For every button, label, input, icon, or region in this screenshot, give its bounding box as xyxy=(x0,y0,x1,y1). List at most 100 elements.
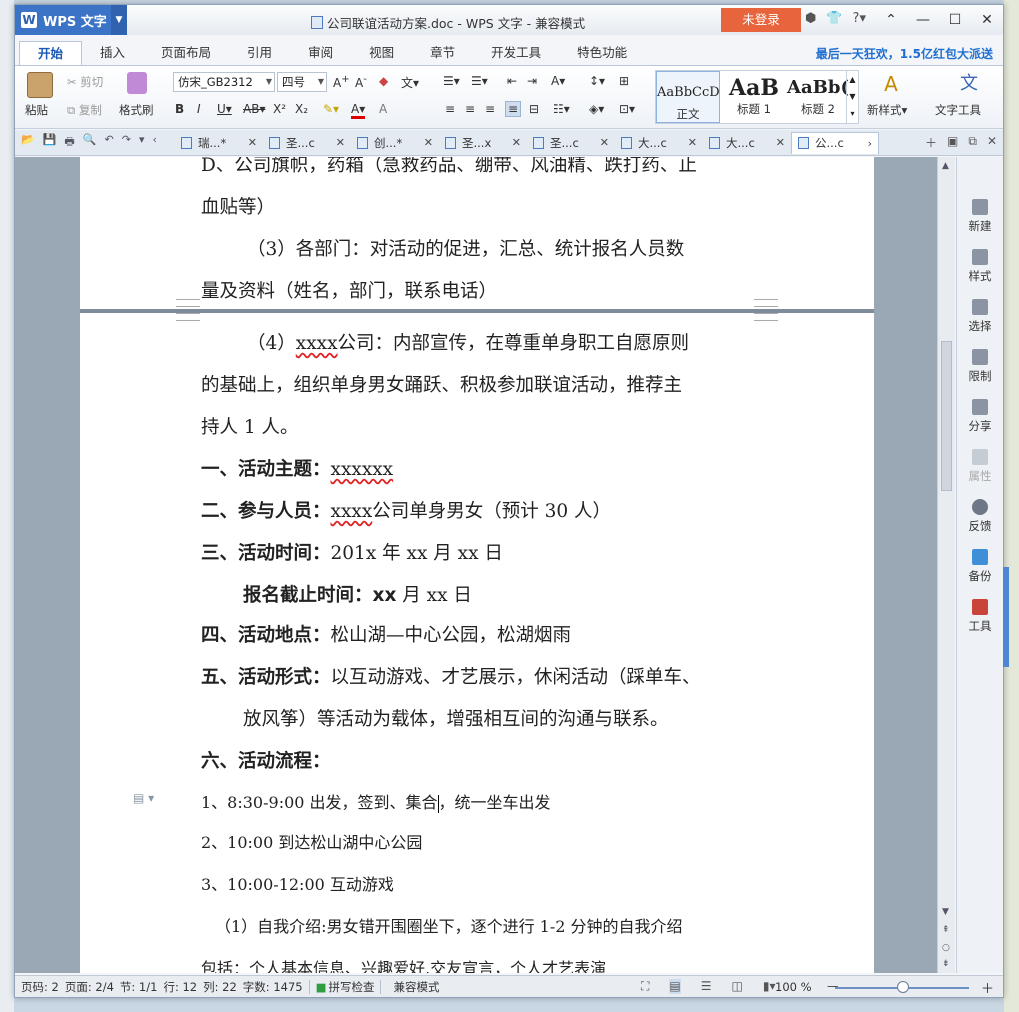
underline-button[interactable]: U▾ xyxy=(217,102,232,116)
collapse-ribbon-icon[interactable]: ⌃ xyxy=(875,5,907,35)
align-right-button[interactable]: ≡ xyxy=(485,102,495,116)
doc-tab[interactable]: 圣...c ✕ xyxy=(263,132,351,154)
style-normal[interactable]: AaBbCcD 正文 xyxy=(656,71,720,123)
reading-view-icon[interactable]: ▮▾ xyxy=(763,979,776,994)
text-direction-button[interactable]: A▾ xyxy=(551,74,565,88)
full-screen-view-icon[interactable]: ⛶ xyxy=(641,979,649,994)
tab-review[interactable]: 审阅 xyxy=(290,41,351,65)
next-page-icon[interactable]: ⇟ xyxy=(942,959,950,969)
paste-button[interactable]: 粘贴 xyxy=(25,102,48,118)
app-menu-dropdown-icon[interactable]: ▼ xyxy=(111,5,127,35)
maximize-icon[interactable]: ☐ xyxy=(939,5,971,35)
paragraph-handle-icon[interactable]: ▤ ▾ xyxy=(133,791,154,805)
text-tools-button[interactable]: 文字工具 xyxy=(935,102,981,118)
style-heading1[interactable]: AaB 标题 1 xyxy=(722,71,786,123)
tab-special[interactable]: 特色功能 xyxy=(559,41,645,65)
justify-button[interactable]: ≡ xyxy=(505,101,522,117)
side-select[interactable]: 选择 xyxy=(957,299,1003,334)
open-icon[interactable]: 📂 xyxy=(21,133,35,152)
distribute-button[interactable]: ⊟ xyxy=(529,102,539,116)
task-pane-handle[interactable] xyxy=(1003,567,1009,667)
vertical-scrollbar[interactable]: ▲ ▼ ⇞ ○ ⇟ xyxy=(937,157,955,973)
undo-icon[interactable]: ↶ xyxy=(105,133,114,152)
scrollbar-thumb[interactable] xyxy=(941,341,952,491)
tab-developer[interactable]: 开发工具 xyxy=(473,41,559,65)
doc-tab[interactable]: 大...c ✕ xyxy=(615,132,703,154)
page-2[interactable]: （4）xxxx公司：内部宣传，在尊重单身职工自愿原则 的基础上，组织单身男女踊跃… xyxy=(80,313,874,973)
tab-list-icon[interactable]: ▣ xyxy=(947,134,958,151)
bullets-button[interactable]: ☰▾ xyxy=(443,74,460,88)
close-tab-icon[interactable]: ✕ xyxy=(336,136,345,149)
status-pages[interactable]: 页面: 2/4 xyxy=(65,979,114,995)
spell-error-word[interactable]: xxxxxx xyxy=(331,459,394,480)
side-restrict[interactable]: 限制 xyxy=(957,349,1003,384)
pinyin-button[interactable]: 文▾ xyxy=(401,74,419,91)
close-tab-icon[interactable]: ✕ xyxy=(688,136,697,149)
italic-button[interactable]: I xyxy=(197,102,201,116)
scroll-top-icon[interactable]: ▲ xyxy=(942,161,949,171)
sort-button[interactable]: ↕▾ xyxy=(589,74,605,88)
borders-button[interactable]: ⊡▾ xyxy=(619,102,635,116)
page-1[interactable]: D、公司旗帜，药箱（急救药品、绷带、风油精、跌打药、止 血贴等） （3）各部门：… xyxy=(80,157,874,309)
increase-indent-button[interactable]: ⇥ xyxy=(527,74,537,88)
help-icon[interactable]: ?▾ xyxy=(853,11,866,26)
font-name-select[interactable]: 仿宋_GB2312 ▼ xyxy=(173,72,275,92)
shading-button[interactable]: ◈▾ xyxy=(589,102,604,116)
subscript-button[interactable]: X₂ xyxy=(295,102,308,116)
zoom-out-icon[interactable]: — xyxy=(827,979,839,993)
zoom-level[interactable]: 100 % xyxy=(775,980,812,994)
side-new[interactable]: 新建 xyxy=(957,199,1003,234)
tab-insert[interactable]: 插入 xyxy=(82,41,143,65)
zoom-slider-knob[interactable] xyxy=(897,981,909,993)
print-icon[interactable]: 🖶 xyxy=(64,133,74,152)
tab-references[interactable]: 引用 xyxy=(229,41,290,65)
bold-button[interactable]: B xyxy=(175,102,184,116)
wps-app-menu-button[interactable]: W WPS 文字 ▼ xyxy=(15,5,127,35)
side-share[interactable]: 分享 xyxy=(957,399,1003,434)
page-view-icon[interactable]: ▤ xyxy=(669,979,681,994)
close-tab-icon[interactable]: ✕ xyxy=(776,136,785,149)
web-view-icon[interactable]: ◫ xyxy=(732,979,743,994)
table-button[interactable]: ⊞ xyxy=(619,74,629,88)
style-gallery-scroll[interactable]: ▲ ▼ ▾ xyxy=(846,71,858,123)
doc-tab[interactable]: 大...c ✕ xyxy=(703,132,791,154)
side-tools[interactable]: 工具 xyxy=(957,599,1003,634)
cut-button[interactable]: ✂ 剪切 xyxy=(67,74,103,90)
tab-page-layout[interactable]: 页面布局 xyxy=(143,41,229,65)
preview-icon[interactable]: 🔍 xyxy=(83,133,97,152)
close-icon[interactable]: ✕ xyxy=(971,5,1003,35)
format-painter-button[interactable]: 格式刷 xyxy=(119,102,154,118)
shrink-font-button[interactable]: A- xyxy=(355,74,367,90)
restore-tab-icon[interactable]: ⧉ xyxy=(968,134,977,151)
highlight-button[interactable]: ✎▾ xyxy=(323,102,339,116)
doc-tab-active[interactable]: 公...c › xyxy=(791,131,879,154)
new-style-icon[interactable]: A xyxy=(879,72,903,96)
status-words[interactable]: 字数: 1475 xyxy=(243,979,303,995)
tab-chapter[interactable]: 章节 xyxy=(412,41,473,65)
align-center-button[interactable]: ≡ xyxy=(465,102,475,116)
decrease-indent-button[interactable]: ⇤ xyxy=(507,74,517,88)
side-properties[interactable]: 属性 xyxy=(957,449,1003,484)
close-tab-icon[interactable]: ✕ xyxy=(512,136,521,149)
close-tab-icon[interactable]: ✕ xyxy=(600,136,609,149)
browse-object-icon[interactable]: ○ xyxy=(942,943,950,953)
font-color-button[interactable]: A▾ xyxy=(351,102,366,119)
new-tab-icon[interactable]: ＋ xyxy=(925,134,937,151)
skin-icon[interactable]: ⬢ xyxy=(805,11,816,26)
tab-home[interactable]: 开始 xyxy=(19,41,83,65)
doc-tab[interactable]: 创...* ✕ xyxy=(351,132,439,154)
char-shading-button[interactable]: A xyxy=(379,102,387,116)
font-size-select[interactable]: 四号 ▼ xyxy=(277,72,327,92)
tab-scroll-right-icon[interactable]: › xyxy=(868,137,872,150)
close-tab-icon[interactable]: ✕ xyxy=(424,136,433,149)
tab-view[interactable]: 视图 xyxy=(351,41,412,65)
format-painter-icon[interactable] xyxy=(127,72,147,94)
superscript-button[interactable]: X² xyxy=(273,102,286,116)
redo-icon[interactable]: ↷ xyxy=(122,133,131,152)
new-style-button[interactable]: 新样式▾ xyxy=(867,102,907,118)
login-button[interactable]: 未登录 xyxy=(721,8,801,32)
close-tab-icon[interactable]: ✕ xyxy=(248,136,257,149)
spell-error-word[interactable]: xxxx xyxy=(331,501,373,522)
doc-tab[interactable]: 圣...x ✕ xyxy=(439,132,527,154)
side-style[interactable]: 样式 xyxy=(957,249,1003,284)
